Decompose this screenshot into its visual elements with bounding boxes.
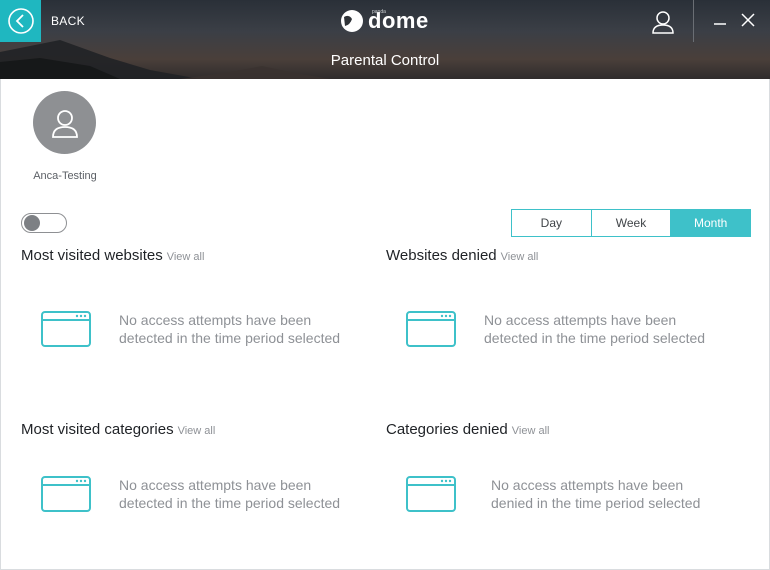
empty-message-line: No access attempts have been bbox=[119, 312, 312, 328]
user-icon bbox=[652, 11, 674, 34]
most-visited-websites-header: Most visited websites View all bbox=[21, 247, 204, 264]
websites-denied-title: Websites denied bbox=[386, 247, 497, 264]
most-visited-categories-header: Most visited categories View all bbox=[21, 421, 215, 438]
browser-window-icon bbox=[41, 476, 91, 512]
empty-message-line: detected in the time period selected bbox=[119, 495, 341, 511]
empty-message-line: No access attempts have been bbox=[119, 477, 312, 493]
close-icon bbox=[741, 13, 755, 27]
most-visited-websites-title: Most visited websites bbox=[21, 247, 163, 264]
app-logo: panda dome bbox=[340, 8, 429, 34]
period-week-button[interactable]: Week bbox=[591, 210, 672, 236]
empty-message-line: No access attempts have been bbox=[491, 477, 684, 493]
browser-window-icon bbox=[41, 311, 91, 347]
empty-message-line: No access attempts have been bbox=[484, 312, 677, 328]
chevron-left-circle-icon bbox=[7, 8, 34, 34]
categories-denied-title: Categories denied bbox=[386, 421, 508, 438]
empty-message: No access attempts have been detected in… bbox=[119, 476, 369, 512]
back-label[interactable]: BACK bbox=[51, 14, 85, 28]
avatar[interactable] bbox=[33, 91, 96, 154]
empty-message: No access attempts have been detected in… bbox=[484, 311, 734, 347]
period-month-button[interactable]: Month bbox=[671, 210, 751, 236]
websites-denied-header: Websites denied View all bbox=[386, 247, 538, 264]
account-button[interactable] bbox=[650, 9, 676, 35]
empty-message-line: detected in the time period selected bbox=[119, 330, 341, 346]
parental-control-panel: Anca-Testing Day Week Month Most visited… bbox=[0, 79, 770, 570]
empty-message: No access attempts have been denied in t… bbox=[491, 476, 741, 512]
toggle-knob bbox=[24, 215, 40, 231]
period-day-button[interactable]: Day bbox=[512, 210, 592, 236]
most-visited-websites-view-all-link[interactable]: View all bbox=[167, 251, 205, 263]
title-bar: BACK panda dome Parental Control bbox=[0, 0, 770, 79]
empty-message-line: detected in the time period selected bbox=[484, 330, 706, 346]
logo-brand-small: panda bbox=[372, 9, 386, 15]
empty-message-line: denied in the time period selected bbox=[491, 495, 701, 511]
categories-denied-empty-state: No access attempts have been denied in t… bbox=[406, 476, 741, 514]
back-button[interactable] bbox=[0, 0, 41, 42]
websites-denied-empty-state: No access attempts have been detected in… bbox=[406, 311, 734, 349]
browser-window-icon bbox=[406, 311, 456, 347]
most-visited-websites-empty-state: No access attempts have been detected in… bbox=[41, 311, 369, 349]
minimize-button[interactable] bbox=[712, 10, 728, 30]
parental-control-toggle[interactable] bbox=[21, 213, 67, 233]
categories-denied-header: Categories denied View all bbox=[386, 421, 549, 438]
most-visited-categories-title: Most visited categories bbox=[21, 421, 174, 438]
profile-name: Anca-Testing bbox=[33, 170, 97, 182]
person-icon bbox=[51, 109, 78, 138]
title-bar-divider bbox=[693, 0, 694, 42]
most-visited-categories-empty-state: No access attempts have been detected in… bbox=[41, 476, 369, 514]
page-title: Parental Control bbox=[330, 52, 440, 69]
empty-message: No access attempts have been detected in… bbox=[119, 311, 369, 347]
most-visited-categories-view-all-link[interactable]: View all bbox=[178, 425, 216, 437]
panda-logo-icon bbox=[341, 10, 363, 32]
browser-window-icon bbox=[406, 476, 456, 512]
websites-denied-view-all-link[interactable]: View all bbox=[501, 251, 539, 263]
period-selector: Day Week Month bbox=[511, 209, 751, 237]
close-button[interactable] bbox=[739, 11, 757, 29]
categories-denied-view-all-link[interactable]: View all bbox=[512, 425, 550, 437]
minimize-icon bbox=[714, 23, 726, 25]
